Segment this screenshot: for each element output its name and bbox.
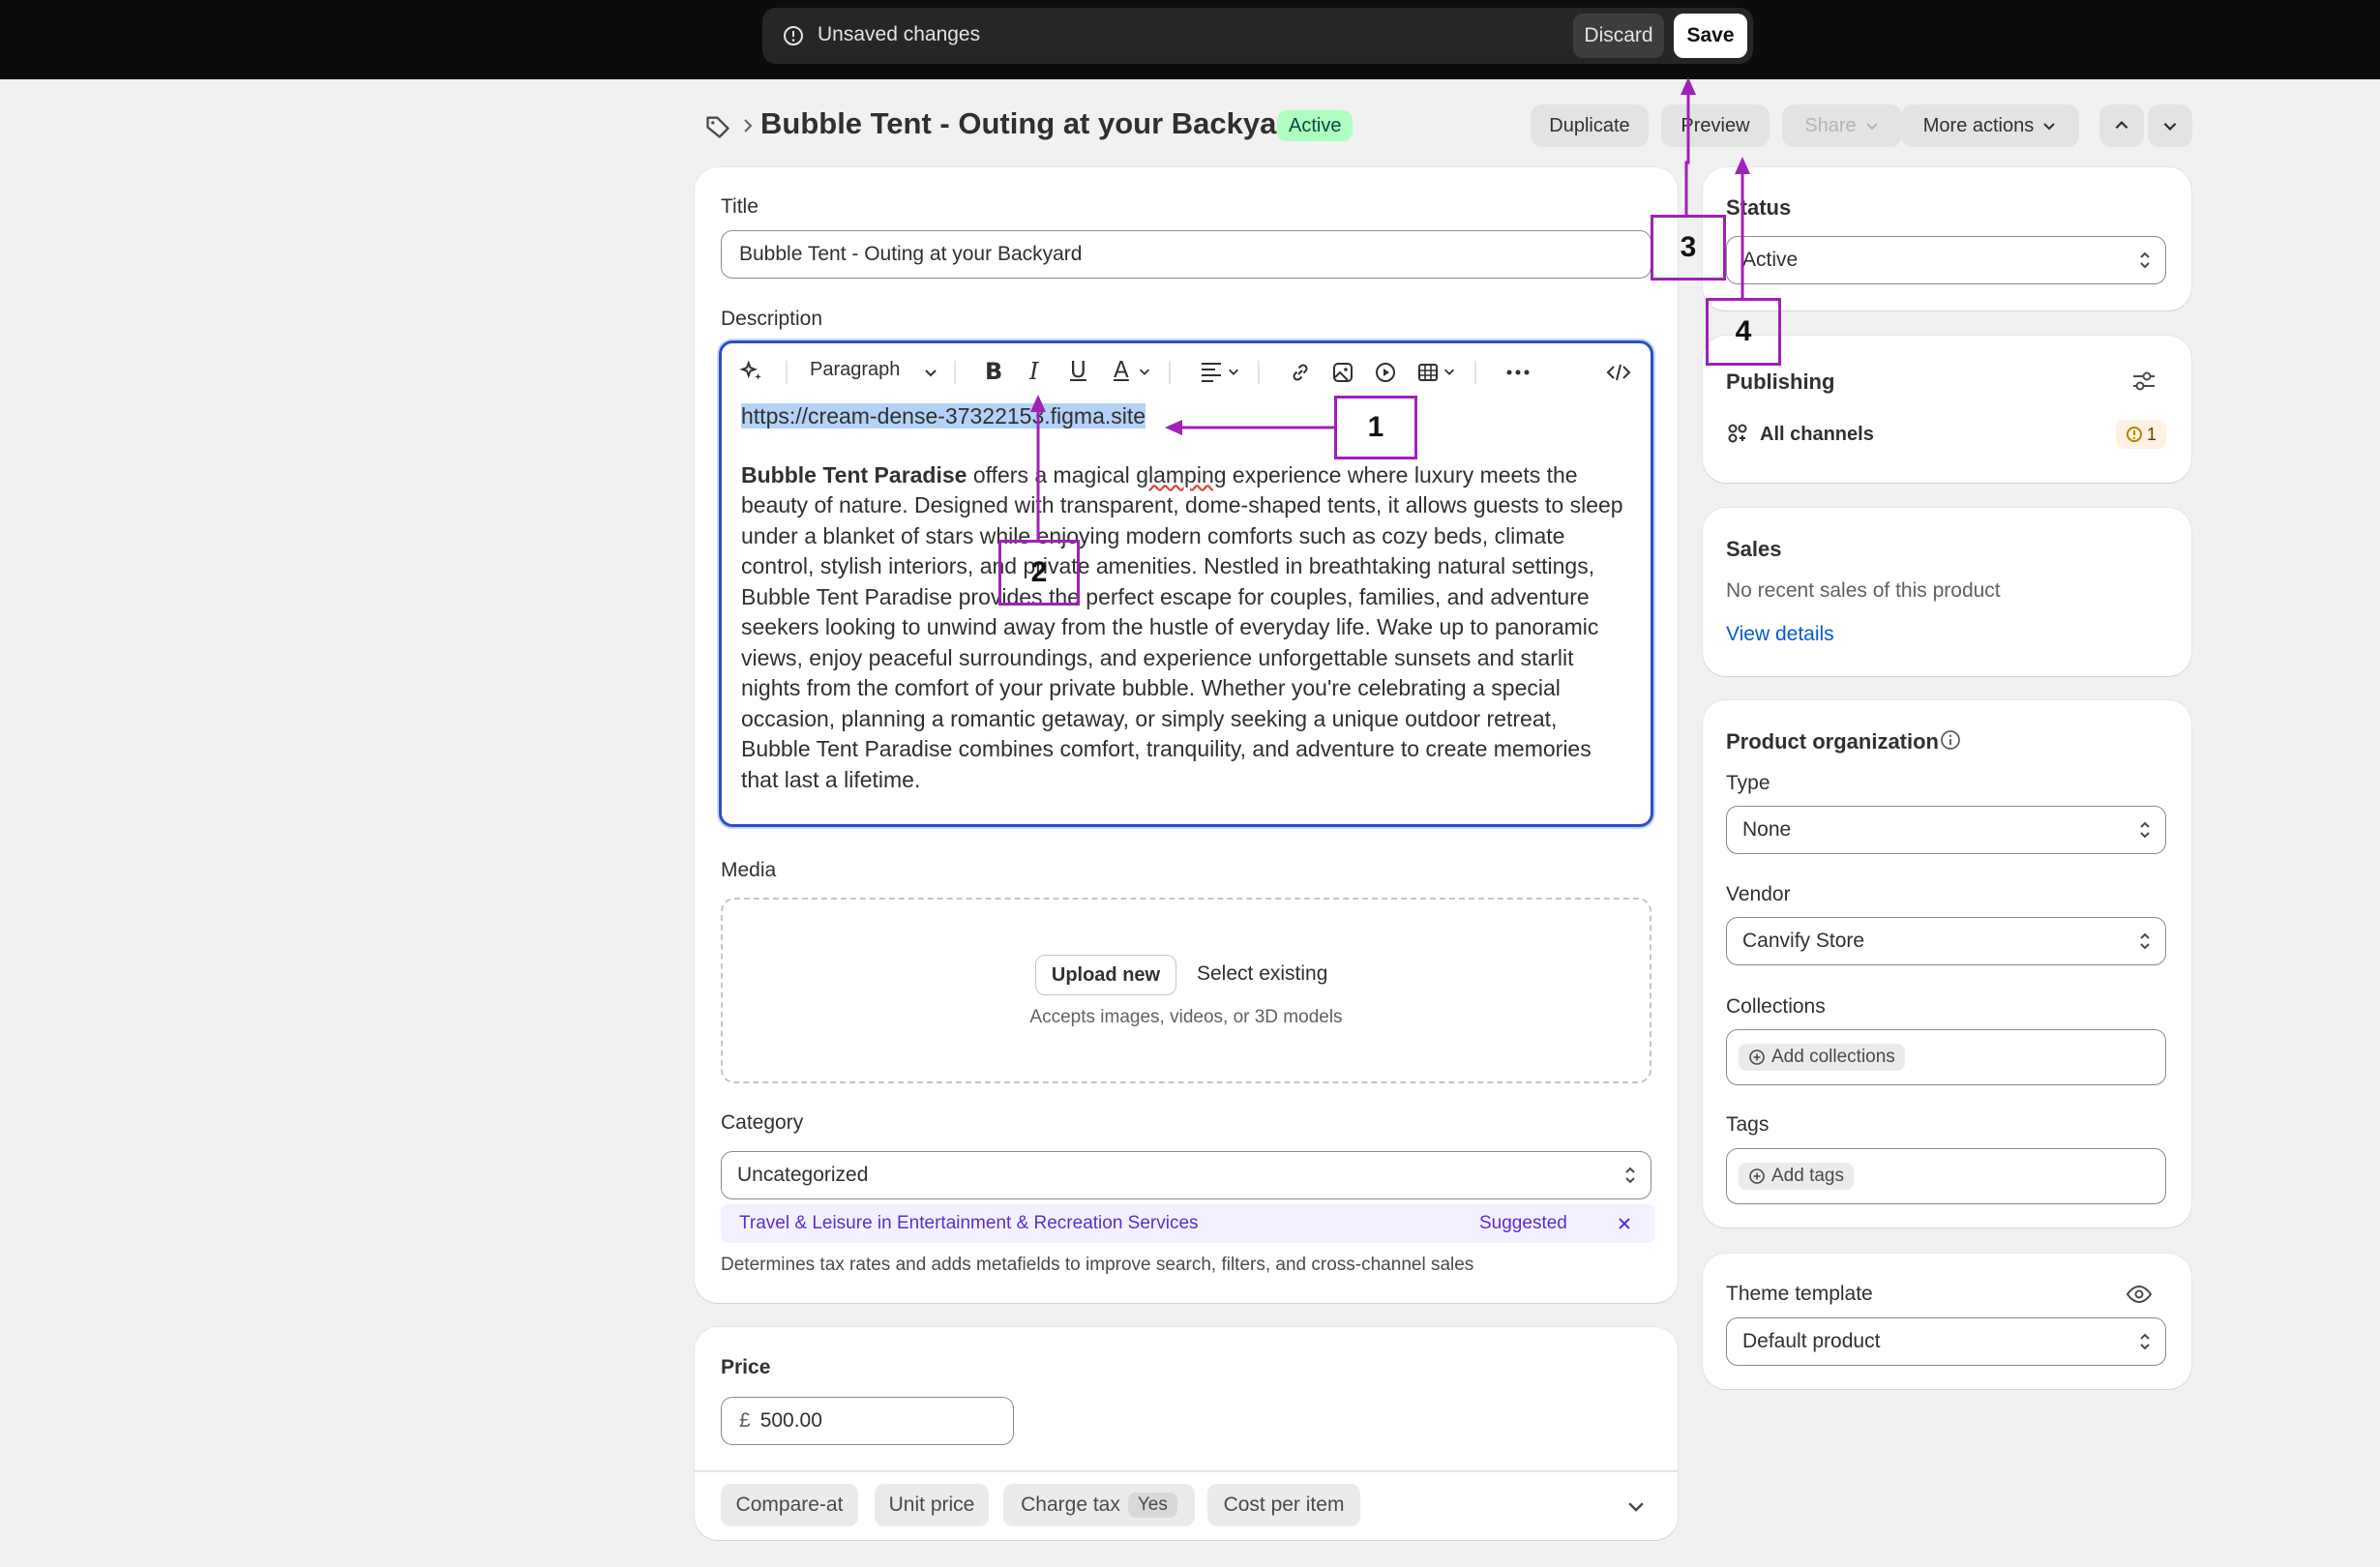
annotation-arrowhead-3 bbox=[1681, 77, 1696, 95]
annotation-arrow-3 bbox=[1684, 93, 1690, 215]
annotation-arrowhead-1 bbox=[1165, 420, 1182, 435]
annotation-arrows bbox=[1030, 77, 1750, 540]
annotation-box-3: 3 bbox=[1651, 215, 1726, 281]
annotation-arrowhead-4 bbox=[1735, 157, 1750, 174]
annotation-box-4: 4 bbox=[1706, 298, 1781, 366]
annotation-box-1: 1 bbox=[1334, 396, 1417, 459]
annotation-arrowhead-2 bbox=[1030, 395, 1046, 412]
annotation-box-2: 2 bbox=[998, 540, 1080, 606]
